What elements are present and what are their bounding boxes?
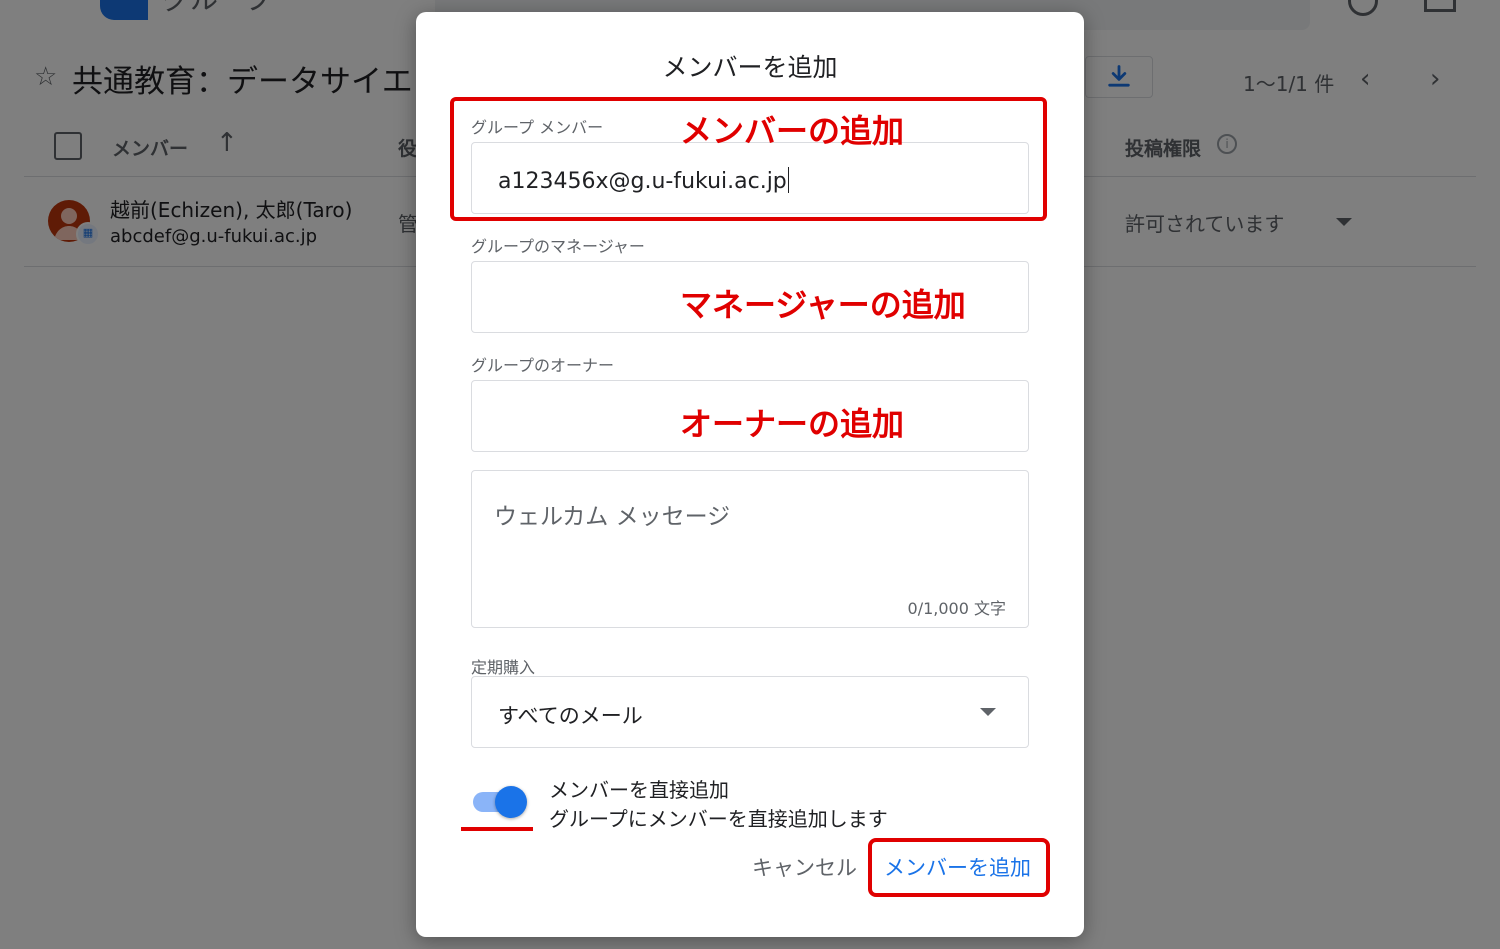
annotation-box-add-button [868, 838, 1050, 897]
annotation-add-member: メンバーの追加 [680, 112, 905, 150]
group-managers-label: グループのマネージャー [471, 237, 645, 256]
annotation-add-manager: マネージャーの追加 [680, 286, 966, 324]
chevron-down-icon [980, 708, 996, 716]
direct-add-description: グループにメンバーを直接追加します [549, 807, 888, 831]
group-owners-label: グループのオーナー [471, 356, 615, 375]
direct-add-title: メンバーを直接追加 [549, 778, 729, 802]
dialog-title: メンバーを追加 [662, 53, 838, 82]
subscription-label: 定期購入 [471, 658, 536, 677]
subscription-value: すべてのメール [498, 704, 643, 728]
annotation-add-owner: オーナーの追加 [680, 405, 905, 443]
welcome-message-placeholder: ウェルカム メッセージ [494, 504, 731, 530]
cancel-button[interactable]: キャンセル [752, 852, 857, 882]
character-counter: 0/1,000 文字 [907, 599, 1006, 618]
direct-add-toggle[interactable] [471, 786, 527, 818]
subscription-select[interactable]: すべてのメール [471, 676, 1029, 748]
welcome-message-input[interactable]: ウェルカム メッセージ 0/1,000 文字 [471, 470, 1029, 628]
annotation-underline [461, 827, 533, 831]
toggle-thumb [495, 786, 527, 818]
